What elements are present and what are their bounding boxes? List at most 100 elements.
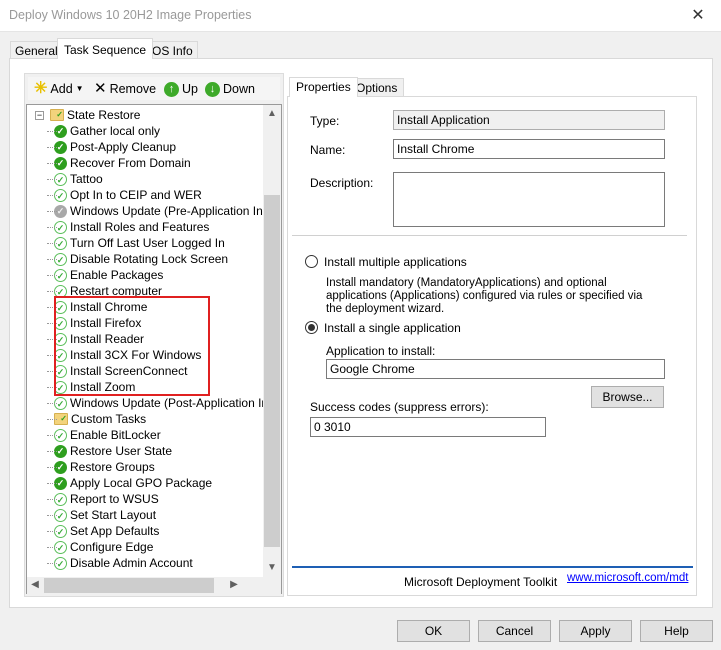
tree-connector bbox=[47, 227, 57, 228]
tree-item[interactable]: ✓ Disable Rotating Lock Screen bbox=[47, 251, 229, 267]
tree-item-label: Opt In to CEIP and WER bbox=[70, 188, 202, 202]
tree-item[interactable]: ✓ Enable BitLocker bbox=[47, 427, 161, 443]
tree-connector bbox=[47, 451, 57, 452]
tree-item[interactable]: ✓ Configure Edge bbox=[47, 539, 154, 555]
name-label: Name: bbox=[310, 143, 346, 157]
tab-properties[interactable]: Properties bbox=[289, 77, 358, 97]
scroll-left-icon[interactable]: ◀ bbox=[29, 579, 41, 590]
tree-connector bbox=[47, 243, 57, 244]
tree-item[interactable]: ✓ Gather local only bbox=[47, 123, 161, 139]
tree-item[interactable]: ✓ Restore User State bbox=[47, 443, 173, 459]
app-to-install-label: Application to install: bbox=[326, 344, 436, 358]
tree-connector bbox=[47, 435, 57, 436]
tree-item[interactable]: ✓ Custom Tasks bbox=[47, 411, 146, 427]
up-arrow-icon: ↑ bbox=[164, 81, 179, 97]
tree-item[interactable]: ✓ Install Roles and Features bbox=[47, 219, 210, 235]
ok-button[interactable]: OK bbox=[397, 620, 470, 642]
tree-item-label: Configure Edge bbox=[70, 540, 154, 554]
highlight-box bbox=[54, 296, 210, 396]
title-bar: Deploy Windows 10 20H2 Image Properties … bbox=[0, 0, 721, 32]
tree-connector bbox=[47, 275, 57, 276]
tree-item[interactable]: ✓ Apply Local GPO Package bbox=[47, 475, 212, 491]
tree-connector bbox=[47, 467, 57, 468]
tree-item-label: Set Start Layout bbox=[70, 508, 157, 522]
remove-button[interactable]: ✕ Remove bbox=[94, 81, 156, 97]
tree-item[interactable]: ✓ Opt In to CEIP and WER bbox=[47, 187, 202, 203]
tree-connector bbox=[47, 259, 57, 260]
add-star-icon: ✳ bbox=[34, 80, 48, 97]
description-input[interactable] bbox=[393, 172, 665, 227]
tab-task-sequence[interactable]: Task Sequence bbox=[57, 38, 154, 59]
up-button[interactable]: ↑ Up bbox=[164, 81, 198, 97]
horizontal-scroll-thumb[interactable] bbox=[44, 578, 214, 593]
tree-item[interactable]: ✓ Report to WSUS bbox=[47, 491, 159, 507]
collapse-icon[interactable]: − bbox=[35, 110, 44, 120]
app-to-install-field[interactable]: Google Chrome bbox=[326, 359, 665, 379]
tree-item[interactable]: ✓ Windows Update (Post-Application Ins bbox=[47, 395, 274, 411]
remove-x-icon: ✕ bbox=[94, 80, 107, 97]
window-title: Deploy Windows 10 20H2 Image Properties bbox=[9, 8, 252, 22]
scroll-up-icon[interactable]: ▲ bbox=[264, 108, 280, 119]
name-input[interactable]: Install Chrome bbox=[393, 139, 665, 159]
tree-connector bbox=[47, 403, 57, 404]
tree-connector bbox=[47, 563, 57, 564]
dropdown-arrow-icon: ▼ bbox=[75, 84, 84, 93]
tree-connector bbox=[47, 179, 57, 180]
cancel-button[interactable]: Cancel bbox=[478, 620, 551, 642]
type-field: Install Application bbox=[393, 110, 665, 130]
close-icon[interactable]: ✕ bbox=[680, 4, 716, 28]
tree-connector bbox=[47, 515, 57, 516]
radio-multiple[interactable] bbox=[305, 255, 318, 268]
tree-group-state-restore[interactable]: − ✓ State Restore bbox=[35, 107, 140, 123]
tree-item[interactable]: ✓ Set App Defaults bbox=[47, 523, 160, 539]
radio-single-label[interactable]: Install a single application bbox=[324, 321, 461, 335]
tree-connector bbox=[47, 419, 57, 420]
tree-item-label: Disable Rotating Lock Screen bbox=[70, 252, 229, 266]
success-codes-input[interactable]: 0 3010 bbox=[310, 417, 546, 437]
add-label: Add bbox=[50, 82, 73, 96]
footer-rule bbox=[292, 566, 693, 568]
apply-button[interactable]: Apply bbox=[559, 620, 632, 642]
tree-item-label: Enable Packages bbox=[70, 268, 164, 282]
tree-item-label: Disable Admin Account bbox=[70, 556, 193, 570]
tree-item-label: Gather local only bbox=[70, 124, 161, 138]
success-codes-label: Success codes (suppress errors): bbox=[310, 400, 489, 414]
tree-item[interactable]: ✓ Set Start Layout bbox=[47, 507, 157, 523]
description-label: Description: bbox=[310, 176, 374, 190]
down-button[interactable]: ↓ Down bbox=[205, 81, 255, 97]
vertical-scroll-thumb[interactable] bbox=[264, 195, 280, 547]
tree-item-label: Enable BitLocker bbox=[70, 428, 161, 442]
tree-connector bbox=[47, 195, 57, 196]
tree-item[interactable]: ✓ Windows Update (Pre-Application Inst bbox=[47, 203, 272, 219]
tab-os-info[interactable]: OS Info bbox=[147, 41, 198, 59]
tree-item[interactable]: ✓ Recover From Domain bbox=[47, 155, 191, 171]
tree-connector bbox=[47, 131, 57, 132]
tree-item[interactable]: ✓ Post-Apply Cleanup bbox=[47, 139, 176, 155]
tree-item[interactable]: ✓ Turn Off Last User Logged In bbox=[47, 235, 225, 251]
type-label: Type: bbox=[310, 114, 340, 128]
tree-item-label: Install Roles and Features bbox=[70, 220, 210, 234]
tree-item-label: Recover From Domain bbox=[70, 156, 191, 170]
tree-item-label: Restore User State bbox=[70, 444, 173, 458]
folder-icon: ✓ bbox=[50, 109, 64, 121]
tree-item-label: Restore Groups bbox=[70, 460, 155, 474]
tree-item-label: Tattoo bbox=[70, 172, 103, 186]
tree-item-label: Set App Defaults bbox=[70, 524, 160, 538]
tab-general[interactable]: General bbox=[10, 41, 63, 59]
help-button[interactable]: Help bbox=[640, 620, 713, 642]
tree-item[interactable]: ✓ Tattoo bbox=[47, 171, 103, 187]
tree-item[interactable]: ✓ Enable Packages bbox=[47, 267, 164, 283]
tree-item-label: Report to WSUS bbox=[70, 492, 159, 506]
tree-item[interactable]: ✓ Disable Admin Account bbox=[47, 555, 193, 571]
browse-button[interactable]: Browse... bbox=[591, 386, 664, 408]
footer-text: Microsoft Deployment Toolkit bbox=[404, 575, 558, 589]
scroll-down-icon[interactable]: ▼ bbox=[264, 562, 280, 573]
tree-item[interactable]: ✓ Restore Groups bbox=[47, 459, 155, 475]
tree-connector bbox=[47, 211, 57, 212]
scroll-right-icon[interactable]: ▶ bbox=[228, 579, 240, 590]
tree-group-label: State Restore bbox=[67, 108, 141, 122]
mdt-link[interactable]: www.microsoft.com/mdt bbox=[567, 572, 688, 584]
radio-multiple-label[interactable]: Install multiple applications bbox=[324, 255, 467, 269]
add-button[interactable]: ✳ Add ▼ bbox=[34, 81, 84, 97]
radio-single[interactable] bbox=[305, 321, 318, 334]
